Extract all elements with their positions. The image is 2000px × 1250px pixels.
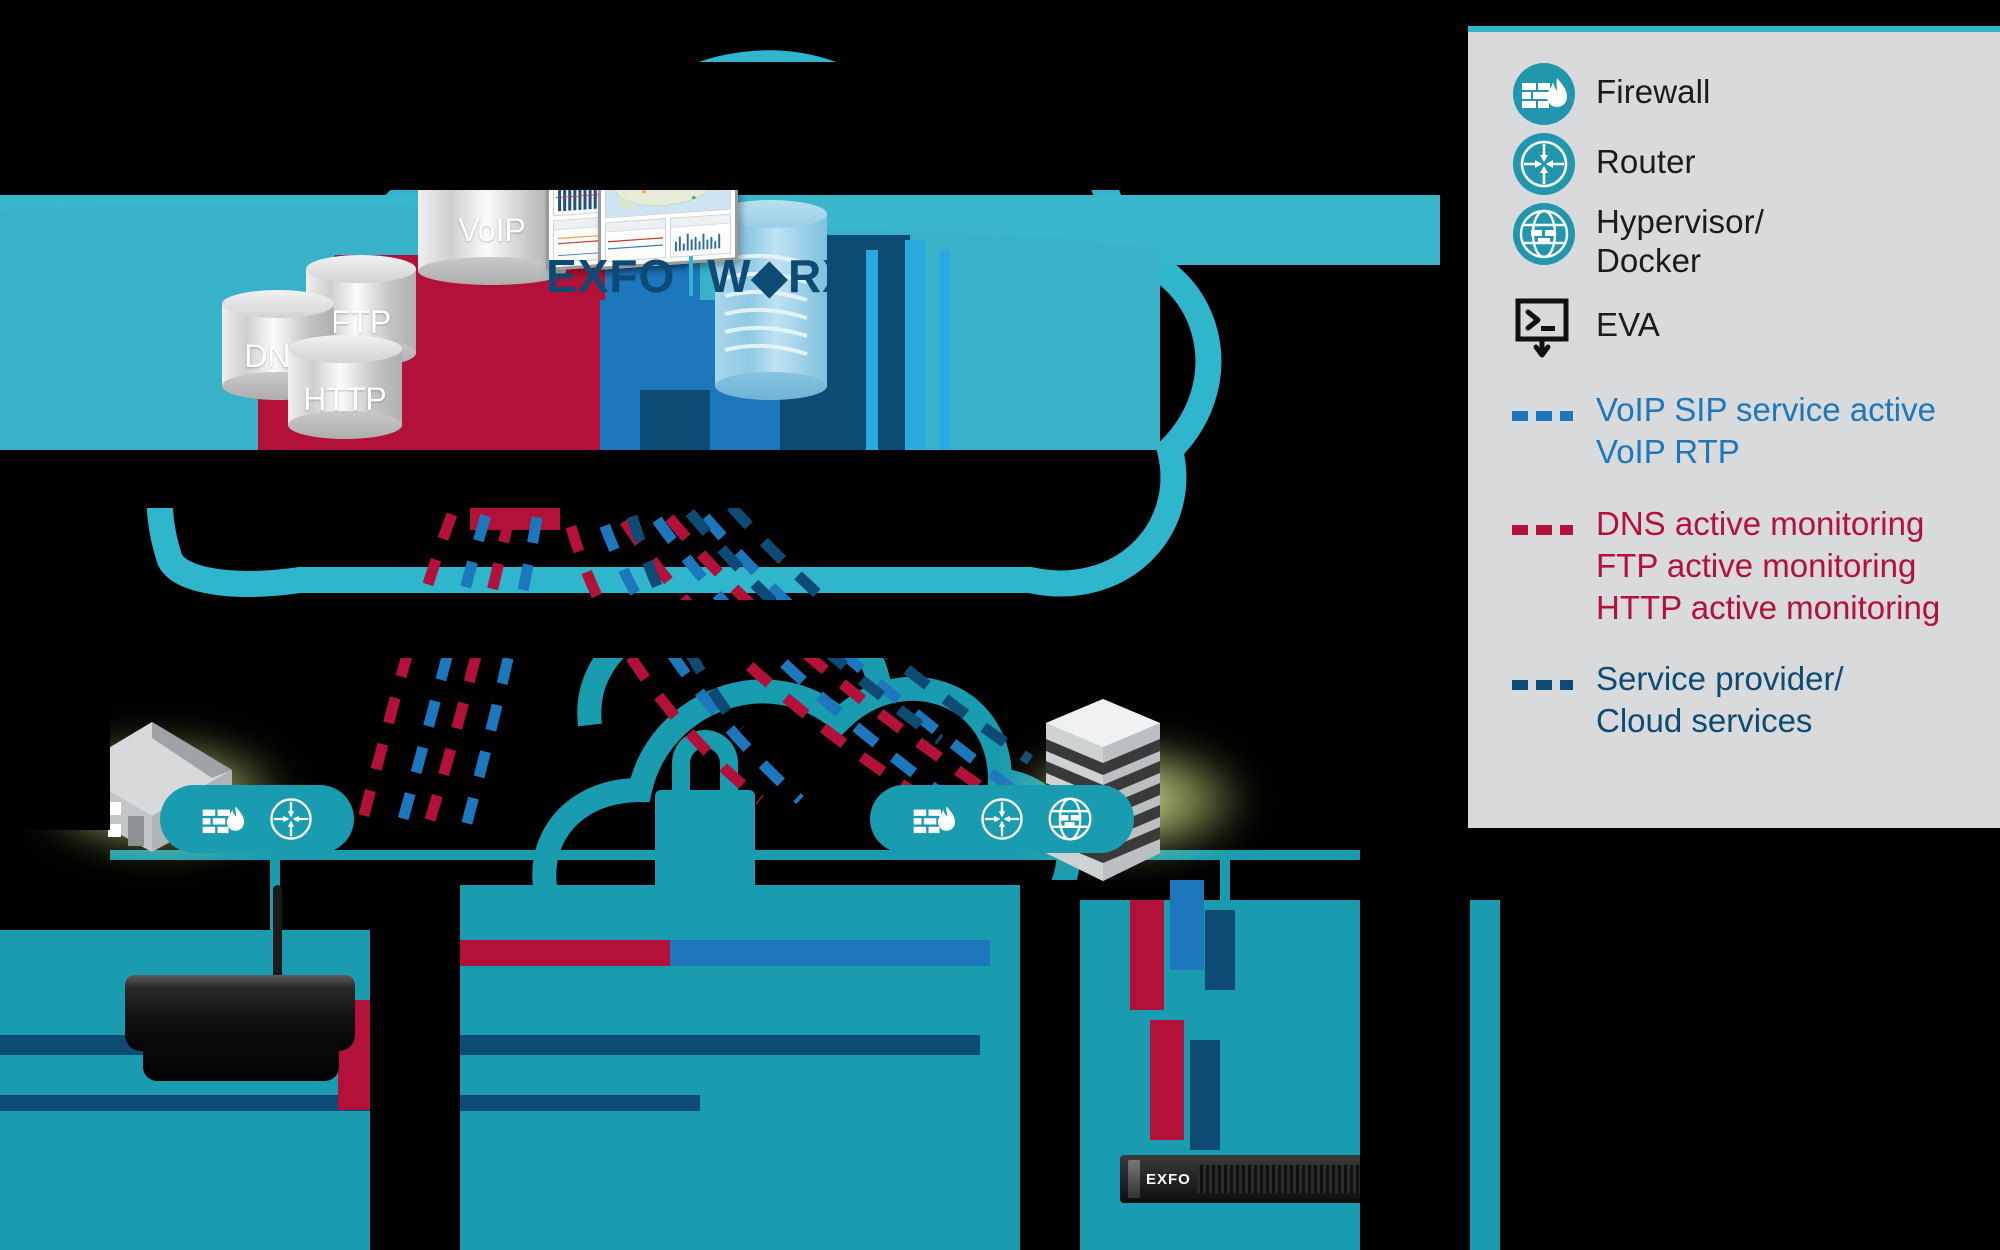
logo-separator — [689, 256, 694, 296]
legend-label-line1: Service provider/ — [1596, 660, 1844, 698]
rack-vents — [1196, 1165, 1366, 1193]
legend-label-line1: Hypervisor/ — [1596, 203, 1764, 240]
right-site-device-pill — [870, 785, 1134, 853]
cylinder-bottom — [715, 372, 827, 400]
voip-database-label: VoIP — [458, 212, 526, 249]
dashed-navy-swatch — [1512, 680, 1573, 691]
legend-label-active-monitoring: DNS active monitoring FTP active monitor… — [1596, 503, 1940, 629]
legend-label-line3: HTTP active monitoring — [1596, 588, 1941, 626]
router-antenna — [273, 885, 282, 981]
firewall-icon — [202, 806, 245, 834]
router-chassis — [125, 975, 355, 1051]
http-database-label: HTTP — [303, 380, 387, 417]
rack-brand-label: EXFO — [1146, 1170, 1191, 1188]
cylinder-bottom — [418, 257, 566, 285]
network-diagram: VoIP FTP DNS HTTP EXFO W◆RX EXFO Firewal… — [0, 0, 2000, 1250]
legend-item-eva: EVA — [1512, 295, 2000, 359]
hypervisor-docker-icon — [1513, 203, 1575, 265]
artifact-band — [0, 700, 110, 830]
legend-label-eva: EVA — [1596, 305, 1660, 343]
dashed-red-swatch — [1512, 524, 1573, 535]
legend-panel: Firewall Router Hypervisor/ Docker EVA V… — [1468, 32, 2000, 828]
http-database-icon: HTTP — [288, 335, 402, 439]
exfo-worx-logo: EXFO W◆RX — [546, 250, 966, 302]
artifact-band — [0, 450, 1150, 508]
rack-ear-left — [1128, 1160, 1140, 1198]
eva-terminal-icon — [1515, 298, 1569, 358]
legend-item-voip-links: VoIP SIP service active VoIP RTP — [1512, 389, 2000, 473]
artifact-band — [0, 600, 1150, 658]
legend-item-router: Router — [1512, 132, 2000, 196]
logo-brand: EXFO — [546, 250, 676, 302]
legend-label-line2: Docker — [1596, 241, 1702, 279]
router-base — [143, 1045, 339, 1081]
artifact-band — [1020, 880, 1080, 1250]
firewall-icon — [1513, 63, 1575, 125]
legend-item-hypervisor-docker: Hypervisor/ Docker — [1512, 202, 2000, 281]
legend-item-active-monitoring: DNS active monitoring FTP active monitor… — [1512, 503, 2000, 629]
legend-label-line1: VoIP SIP service active — [1596, 390, 1936, 428]
legend-label-router: Router — [1596, 143, 1696, 180]
dashed-blue-swatch — [1512, 410, 1573, 421]
cylinder-top — [306, 255, 416, 283]
artifact-band — [1360, 860, 1470, 1250]
legend-label-firewall: Firewall — [1596, 73, 1711, 110]
legend-label-line2: FTP active monitoring — [1596, 546, 1917, 584]
wifi-router-device — [125, 885, 365, 1081]
exfo-rack-server: EXFO — [1120, 1155, 1392, 1203]
legend-item-firewall: Firewall — [1512, 62, 2000, 126]
logo-product: W◆RX — [707, 250, 854, 302]
legend-label-voip-links: VoIP SIP service active VoIP RTP — [1596, 389, 1936, 473]
left-site-device-pill — [160, 785, 354, 853]
legend-label-line2: Cloud services — [1596, 702, 1813, 740]
legend-label-line1: DNS active monitoring — [1596, 504, 1925, 542]
artifact-band — [0, 0, 2000, 28]
artifact-band — [1500, 840, 2000, 1250]
cloud-outline-bottom — [532, 603, 1081, 942]
artifact-band — [0, 62, 1460, 190]
legend-label-line2: VoIP RTP — [1596, 432, 1740, 470]
router-icon — [1513, 133, 1575, 195]
firewall-icon — [913, 806, 956, 834]
cylinder-top — [288, 335, 402, 363]
cylinder-top — [222, 290, 334, 318]
legend-item-service-provider: Service provider/ Cloud services — [1512, 658, 2000, 742]
hypervisor-docker-icon — [1048, 797, 1092, 841]
router-icon — [270, 798, 312, 840]
legend-label-service-provider: Service provider/ Cloud services — [1596, 658, 1844, 742]
legend-label-hypervisor-docker: Hypervisor/ Docker — [1596, 202, 1764, 281]
artifact-band — [370, 860, 460, 1250]
router-icon — [981, 798, 1023, 840]
